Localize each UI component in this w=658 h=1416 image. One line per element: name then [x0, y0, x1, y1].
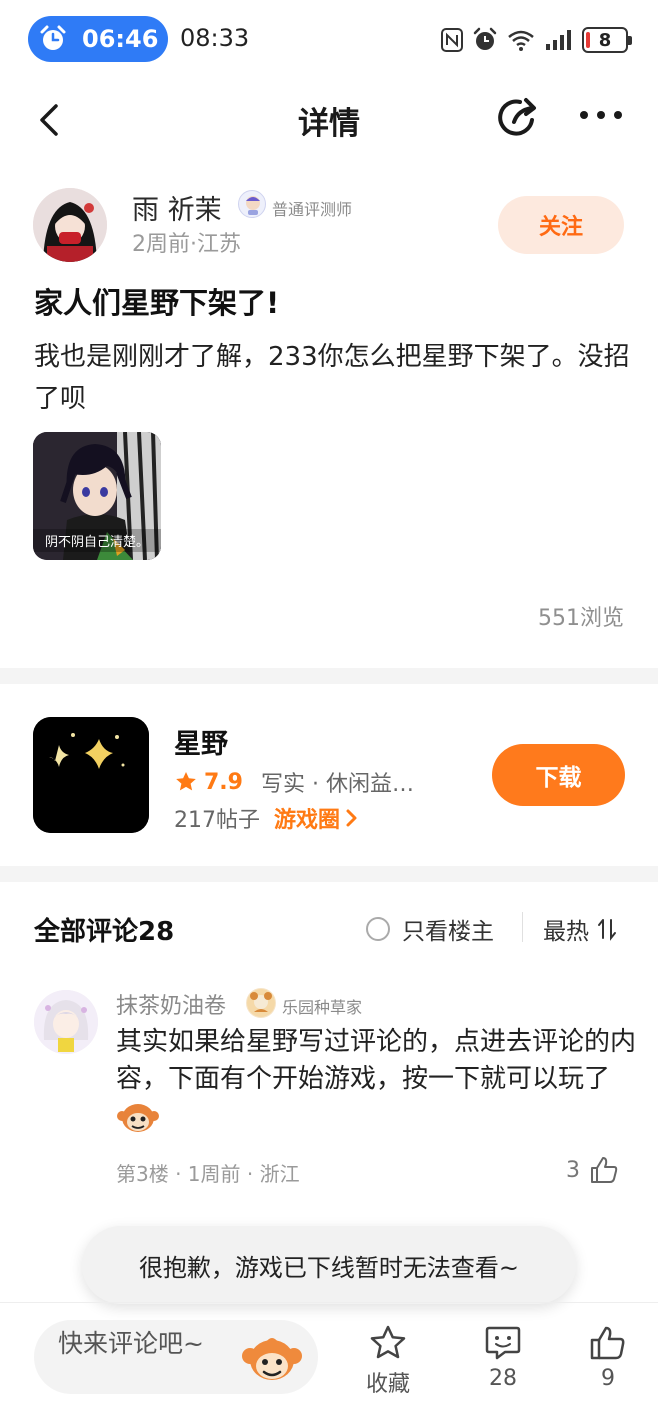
chevron-right-icon	[346, 809, 357, 827]
comment-meta: 第3楼 · 1周前 · 浙江	[116, 1162, 300, 1186]
bottom-bar-divider	[0, 1302, 658, 1303]
alarm-icon	[473, 27, 497, 50]
post-meta: 2周前·江苏	[132, 232, 241, 257]
post-body: 我也是刚刚才了解，233你怎么把星野下架了。没招了呗	[34, 342, 630, 414]
monkey-face-icon	[242, 1338, 302, 1380]
commenter-avatar[interactable]	[34, 990, 98, 1054]
section-divider	[0, 668, 658, 684]
clock: 08:33	[180, 24, 250, 52]
comment-body: 其实如果给星野写过评论的，点进去评论的内容，下面有个开始游戏，按一下就可以玩了	[116, 1024, 636, 1135]
alarm-time: 06:46	[82, 25, 159, 53]
game-score: 7.9	[204, 769, 243, 795]
comment-input[interactable]: 快来评论吧~	[34, 1320, 318, 1394]
post-title: 家人们星野下架了!	[34, 286, 280, 320]
status-bar: 06:46 08:33 8	[0, 0, 658, 80]
sort-label: 最热	[543, 919, 589, 945]
game-circle-link[interactable]: 游戏圈	[274, 802, 340, 834]
thumbs-up-icon	[590, 1326, 625, 1360]
comment-bubble-icon	[485, 1326, 521, 1360]
comment-count: 28	[489, 1366, 517, 1391]
share-icon	[498, 98, 536, 136]
like-count: 9	[601, 1366, 615, 1391]
post-image[interactable]: 阴不阴自己清楚。	[33, 432, 161, 560]
comment-input-placeholder: 快来评论吧~	[58, 1329, 204, 1358]
only-author-toggle[interactable]: 只看楼主	[366, 912, 494, 946]
comments-title: 全部评论28	[34, 917, 175, 947]
game-tags: 写实 · 休闲益…	[260, 772, 414, 797]
sort-button[interactable]: 最热	[543, 912, 621, 946]
signal-icon	[546, 30, 571, 50]
radio-icon	[366, 917, 390, 941]
monkey-emoji-icon	[117, 1103, 159, 1132]
game-rating-row: 7.9 写实 · 休闲益…	[174, 766, 414, 798]
nav-bar: 详情	[0, 80, 658, 160]
battery-level	[586, 32, 590, 48]
comment-like-button[interactable]: 3	[566, 1154, 620, 1186]
game-posts-row: 217帖子 游戏圈	[174, 802, 360, 834]
favorite-button[interactable]: 收藏	[366, 1324, 410, 1398]
commenter-badge-icon	[246, 988, 276, 1018]
follow-button[interactable]: 关注	[498, 196, 624, 254]
game-icon[interactable]	[33, 717, 149, 833]
download-button[interactable]: 下载	[492, 744, 625, 806]
favorite-label: 收藏	[366, 1372, 411, 1397]
battery-value: 8	[598, 29, 612, 51]
more-dots-icon	[580, 111, 622, 119]
battery-indicator: 8	[582, 27, 632, 53]
comment-text: 其实如果给星野写过评论的，点进去评论的内容，下面有个开始游戏，按一下就可以玩了	[116, 1027, 637, 1094]
only-author-label: 只看楼主	[402, 919, 494, 945]
share-button[interactable]	[494, 94, 542, 142]
author-name[interactable]: 雨 祈茉	[132, 188, 222, 227]
game-name[interactable]: 星野	[174, 722, 228, 761]
post-detail-page: 06:46 08:33 8 详情 雨 祈茉 普通评测师 2周前·江苏 关注 家人…	[0, 0, 658, 1416]
star-icon	[176, 772, 196, 791]
comment-count-button[interactable]: 28	[483, 1324, 523, 1391]
reviewer-badge-icon	[238, 190, 266, 218]
system-icons: 8	[440, 22, 632, 58]
commenter-badge: 乐园种草家	[282, 998, 363, 1017]
toast-message: 很抱歉，游戏已下线暂时无法查看~	[82, 1226, 576, 1304]
wifi-icon	[508, 30, 534, 51]
alarm-clock-icon	[38, 24, 68, 54]
more-button[interactable]	[578, 100, 624, 130]
section-divider	[0, 866, 658, 882]
monkey-emoji-button[interactable]	[240, 1326, 304, 1390]
commenter-name[interactable]: 抹茶奶油卷	[116, 988, 226, 1020]
page-title: 详情	[298, 106, 360, 142]
author-title: 普通评测师	[272, 200, 353, 219]
game-post-count: 217帖子	[174, 808, 260, 833]
author-avatar[interactable]	[33, 188, 107, 262]
image-caption: 阴不阴自己清楚。	[33, 529, 161, 552]
sort-icon	[598, 919, 616, 941]
comment-like-count: 3	[566, 1157, 580, 1183]
like-button[interactable]: 9	[588, 1324, 628, 1391]
vertical-divider	[522, 912, 523, 942]
nfc-icon	[441, 28, 463, 52]
alarm-pill[interactable]: 06:46	[28, 16, 168, 62]
thumbs-up-icon	[591, 1157, 618, 1183]
view-count: 551浏览	[538, 606, 624, 631]
star-outline-icon	[370, 1325, 406, 1359]
